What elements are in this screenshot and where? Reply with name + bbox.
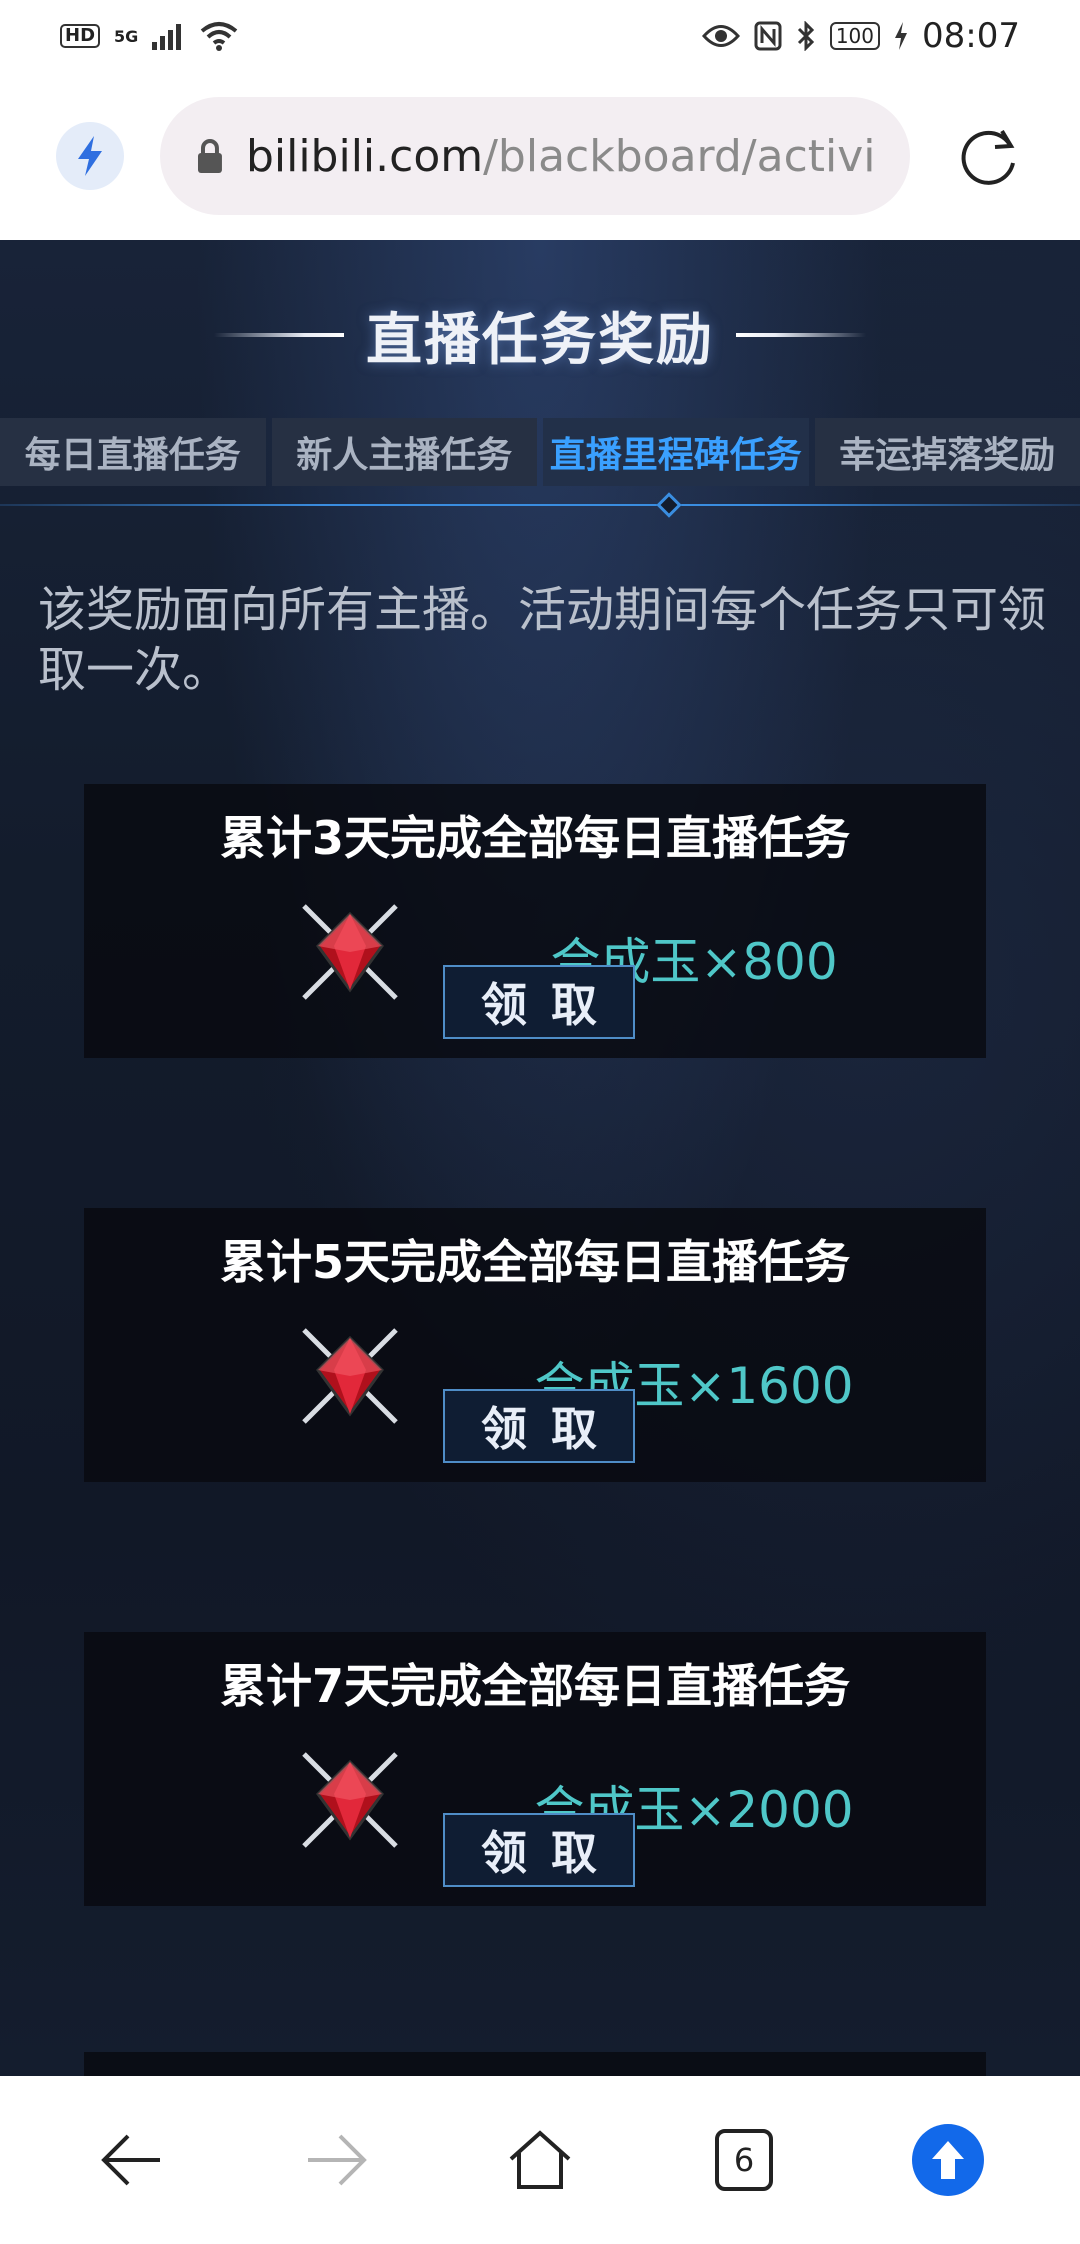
tabs-divider — [0, 504, 1080, 506]
forward-button[interactable] — [276, 2100, 396, 2220]
tabs-button[interactable]: 6 — [684, 2100, 804, 2220]
lightning-button[interactable] — [56, 122, 124, 190]
back-button[interactable] — [72, 2100, 192, 2220]
status-right: 100 08:07 — [701, 16, 1020, 56]
browser-bottom-nav: 6 — [0, 2076, 1080, 2244]
lock-icon — [197, 139, 222, 173]
url-text: bilibili.com/blackboard/activi — [246, 131, 874, 182]
claim-button[interactable]: 领取 — [443, 965, 635, 1039]
status-left: HD 5G — [60, 21, 238, 51]
claim-button[interactable]: 领取 — [443, 1813, 635, 1887]
eye-icon — [701, 25, 740, 47]
claim-button[interactable]: 领取 — [443, 1389, 635, 1463]
status-bar: HD 5G 100 08:07 — [0, 0, 1080, 72]
tab-daily-live-tasks[interactable]: 每日直播任务 — [0, 418, 266, 486]
title-decoration-right — [736, 333, 866, 337]
task-title: 累计3天完成全部每日直播任务 — [219, 811, 850, 865]
orundum-icon — [302, 1328, 398, 1424]
bluetooth-icon — [797, 21, 814, 51]
reload-button[interactable] — [954, 121, 1024, 191]
wifi-icon — [201, 22, 238, 51]
network-type: 5G — [114, 26, 139, 46]
charging-icon — [895, 22, 908, 50]
tab-new-streamer-tasks[interactable]: 新人主播任务 — [271, 418, 537, 486]
hd-badge: HD — [60, 24, 101, 48]
active-tab-marker — [656, 492, 682, 518]
url-host: bilibili.com — [245, 130, 484, 182]
task-title: 累计5天完成全部每日直播任务 — [219, 1235, 850, 1289]
tab-lucky-drop-rewards[interactable]: 幸运掉落奖励 — [814, 418, 1080, 486]
battery-level: 100 — [829, 22, 881, 50]
reload-icon — [961, 129, 1015, 185]
scroll-top-circle — [912, 2124, 984, 2196]
nfc-icon — [754, 21, 782, 51]
task-tabs: 每日直播任务 新人主播任务 直播里程碑任务 幸运掉落奖励 — [0, 418, 1080, 488]
arrow-right-icon — [308, 2134, 367, 2186]
address-bar[interactable]: bilibili.com/blackboard/activi — [160, 97, 910, 215]
section-header: 直播任务奖励 — [0, 290, 1080, 380]
section-title: 直播任务奖励 — [366, 306, 714, 373]
home-icon — [509, 2130, 571, 2189]
signal-icon — [152, 24, 182, 50]
orundum-icon — [302, 1752, 398, 1848]
scroll-top-button[interactable] — [888, 2100, 1008, 2220]
home-button[interactable] — [480, 2100, 600, 2220]
orundum-icon — [302, 904, 398, 1000]
intro-text: 该奖励面向所有主播。活动期间每个任务只可领取一次。 — [38, 582, 1047, 698]
tab-milestone-tasks[interactable]: 直播里程碑任务 — [543, 418, 809, 486]
url-path: /blackboard/activi — [483, 130, 874, 182]
web-content: 直播任务奖励 每日直播任务 新人主播任务 直播里程碑任务 幸运掉落奖励 该奖励面… — [0, 240, 1080, 2076]
task-title: 累计7天完成全部每日直播任务 — [219, 1659, 850, 1713]
arrow-left-icon — [101, 2134, 160, 2186]
task-card-partial — [84, 2052, 986, 2076]
title-decoration-left — [214, 333, 344, 337]
clock: 08:07 — [922, 16, 1020, 56]
browser-toolbar: bilibili.com/blackboard/activi — [0, 72, 1080, 240]
tab-count: 6 — [715, 2129, 773, 2191]
lightning-icon — [78, 136, 102, 176]
arrow-up-icon — [932, 2141, 964, 2179]
